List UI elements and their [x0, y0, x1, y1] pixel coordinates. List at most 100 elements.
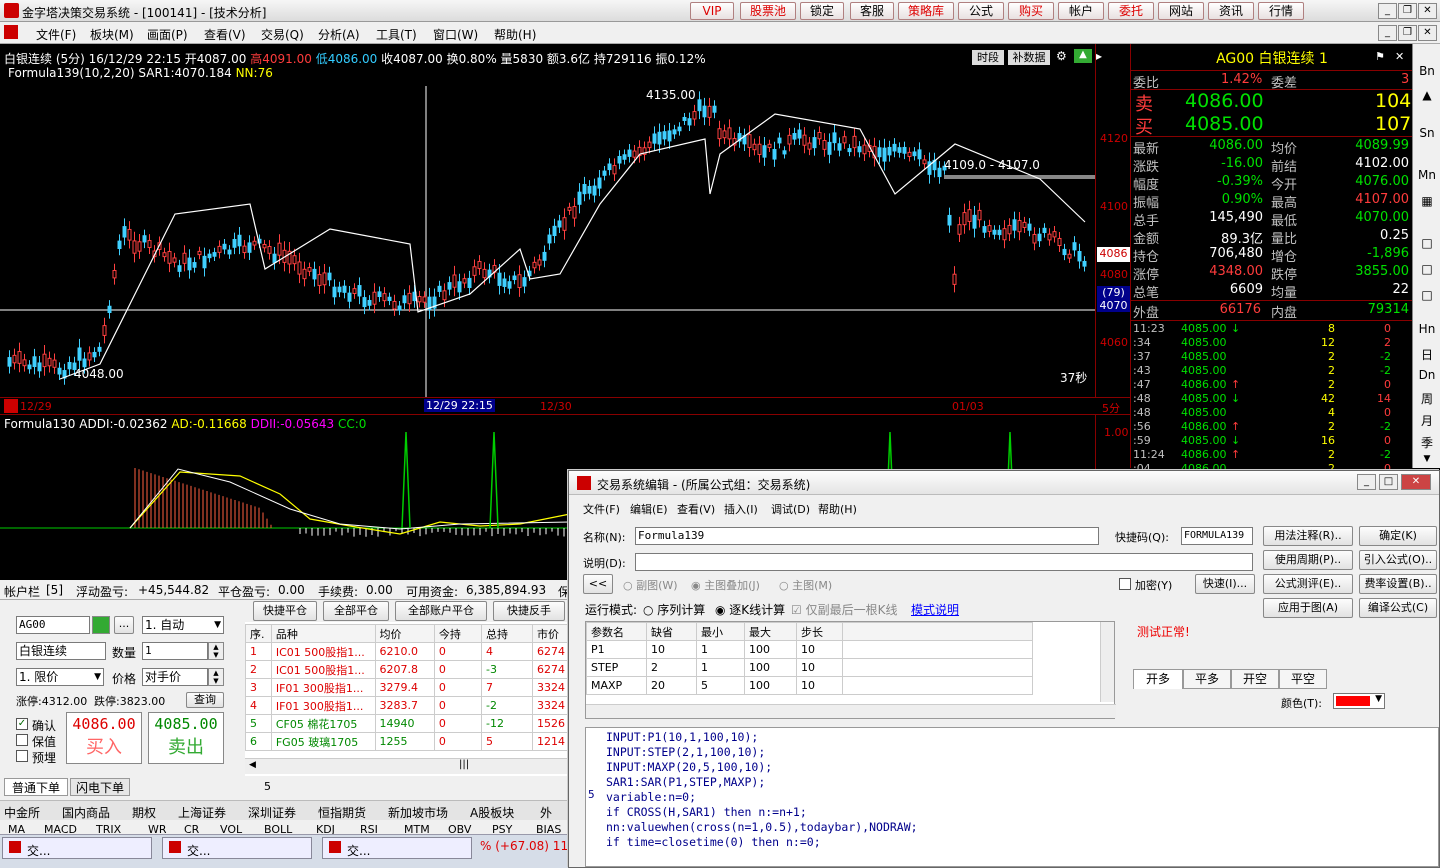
radio-seq[interactable]: ○ 序列计算	[643, 601, 705, 618]
color-picker[interactable]: ▼	[1333, 693, 1385, 709]
code-line[interactable]: if time=closetime(0) then n:=0;	[606, 835, 821, 849]
market-tab[interactable]: 中金所	[4, 804, 40, 821]
time-period-button[interactable]: 时段	[972, 50, 1004, 65]
column-header[interactable]: 总持	[481, 624, 533, 643]
formula-button[interactable]: 公式	[958, 2, 1004, 20]
mdi-close-icon[interactable]: ✕	[1418, 25, 1437, 41]
market-tab[interactable]: 深圳证券	[248, 804, 296, 821]
buy-button[interactable]: 购买	[1008, 2, 1054, 20]
import-formula-button[interactable]: 引入公式(O)..	[1359, 550, 1437, 570]
tab-close-long[interactable]: 平多	[1183, 669, 1231, 689]
price-input[interactable]: 对手价	[142, 668, 208, 686]
table-row[interactable]: 2 IC01 500股指1... 6207.8 0 -3 6274	[245, 660, 571, 679]
sell-price[interactable]: 4086.00	[1185, 90, 1264, 112]
menu-screen[interactable]: 画面(P)	[147, 26, 188, 43]
param-cell[interactable]: STEP	[586, 658, 647, 677]
table-row[interactable]: 4 IF01 300股指1... 3283.7 0 -2 3324	[245, 696, 571, 715]
service-button[interactable]: 客服	[850, 2, 894, 20]
radio-main-overlay[interactable]: ◉ 主图叠加(J)	[691, 577, 760, 593]
param-cell[interactable]: 5	[696, 676, 745, 695]
editor-menu-item[interactable]: 调试(D)	[771, 501, 810, 517]
param-row[interactable]: MAXP 20 5 100 10	[586, 676, 1033, 695]
mode-help-link[interactable]: 模式说明	[911, 601, 959, 618]
tool-month[interactable]: 月	[1416, 412, 1438, 429]
account-button[interactable]: 帐户	[1058, 2, 1104, 20]
market-tab[interactable]: A股板块	[470, 804, 514, 821]
radio-sub-chart[interactable]: ○ 副图(W)	[623, 577, 678, 593]
code-line[interactable]: INPUT:P1(10,1,100,10);	[606, 730, 758, 744]
quick-close-button[interactable]: 快捷平仓	[253, 601, 317, 621]
market-tab[interactable]: 国内商品	[62, 804, 110, 821]
menu-help[interactable]: 帮助(H)	[494, 26, 536, 43]
column-header[interactable]: 今持	[433, 624, 483, 643]
sell-order-button[interactable]: 4085.00 卖出	[148, 712, 224, 764]
tool-mn[interactable]: Mn	[1416, 168, 1438, 182]
collapse-button[interactable]: <<	[583, 574, 613, 594]
param-cell[interactable]: P1	[586, 640, 647, 659]
pin-icon[interactable]: ▸	[1096, 49, 1110, 63]
indicator-name[interactable]: Formula130	[4, 417, 75, 431]
quick-button[interactable]: 快速(I)...	[1195, 574, 1255, 594]
code-line[interactable]: if CROSS(H,SAR1) then n:=n+1;	[606, 805, 807, 819]
tab-close-short[interactable]: 平空	[1279, 669, 1327, 689]
code-line[interactable]: nn:valuewhen(cross(n=1,0.5),todaybar),NO…	[606, 820, 918, 834]
menu-tools[interactable]: 工具(T)	[376, 26, 417, 43]
tab-normal-order[interactable]: 普通下单	[4, 778, 68, 796]
flag-icon[interactable]: ⚑	[1375, 50, 1385, 63]
tool-down-icon[interactable]: ▼	[1416, 454, 1438, 464]
table-row[interactable]: 6 FG05 玻璃1705 1255 0 5 1214	[245, 732, 571, 751]
tab-open-short[interactable]: 开空	[1231, 669, 1279, 689]
formula-test-button[interactable]: 公式测评(E)..	[1263, 574, 1353, 594]
period-label[interactable]: 5分	[1102, 400, 1120, 416]
gear-icon[interactable]: ⚙	[1056, 49, 1070, 63]
tool-quarter[interactable]: 季	[1416, 434, 1438, 451]
restore-icon[interactable]: ❐	[1398, 3, 1417, 19]
formula-name[interactable]: Formula139(10,2,20)	[8, 66, 135, 80]
menu-view[interactable]: 查看(V)	[204, 26, 246, 43]
close-all-accounts-button[interactable]: 全部账户平仓	[395, 601, 487, 621]
params-hscrollbar[interactable]	[586, 704, 1116, 718]
qty-stepper[interactable]: ▲ ▼	[208, 642, 224, 660]
market-tab[interactable]: 恒指期货	[318, 804, 366, 821]
website-button[interactable]: 网站	[1158, 2, 1204, 20]
close-all-button[interactable]: 全部平仓	[323, 601, 389, 621]
encrypt-checkbox[interactable]	[1119, 578, 1131, 590]
column-header[interactable]: 序.	[245, 624, 272, 643]
param-row[interactable]: P1 10 1 100 10	[586, 640, 1033, 659]
code-line[interactable]: variable:n=0;	[606, 790, 696, 804]
code-more-button[interactable]: ...	[114, 616, 134, 634]
strategy-button[interactable]: 策略库	[898, 2, 954, 20]
preorder-checkbox[interactable]	[16, 750, 28, 762]
editor-menu-item[interactable]: 查看(V)	[677, 501, 715, 517]
param-cell[interactable]: 10	[796, 676, 843, 695]
usage-notes-button[interactable]: 用法注释(R)..	[1263, 526, 1353, 546]
scroll-left-icon[interactable]: ◀	[249, 760, 256, 770]
use-period-button[interactable]: 使用周期(P)..	[1263, 550, 1353, 570]
table-row[interactable]: 1 IC01 500股指1... 6210.0 0 4 6274	[245, 642, 571, 661]
table-row[interactable]: 3 IF01 300股指1... 3279.4 0 7 3324	[245, 678, 571, 697]
market-tab[interactable]: 外	[540, 804, 552, 821]
minimize-icon[interactable]: _	[1378, 3, 1397, 19]
menu-analysis[interactable]: 分析(A)	[318, 26, 360, 43]
name-input[interactable]: Formula139	[635, 527, 1099, 545]
editor-close-icon[interactable]: ✕	[1401, 474, 1431, 490]
params-scrollbar[interactable]	[1100, 622, 1114, 702]
param-cell[interactable]: 1	[696, 640, 745, 659]
confirm-button[interactable]: 确定(K)	[1359, 526, 1437, 546]
table-row[interactable]: 5 CF05 棉花1705 14940 0 -12 1526	[245, 714, 571, 733]
tool-square3-icon[interactable]: □	[1416, 288, 1438, 302]
params-grid[interactable]: 参数名 缺省 最小 最大 步长 P1 10 1 100 10 STEP 2 1 100 10 MAXP 20 5 1…	[585, 621, 1116, 719]
tool-square-icon[interactable]: □	[1416, 236, 1438, 250]
tool-bn[interactable]: Bn	[1416, 64, 1438, 78]
menu-block[interactable]: 板块(M)	[90, 26, 134, 43]
param-cell[interactable]: MAXP	[586, 676, 647, 695]
confirm-checkbox[interactable]: ✓	[16, 718, 28, 730]
menu-window[interactable]: 窗口(W)	[433, 26, 478, 43]
tool-week[interactable]: 周	[1416, 390, 1438, 407]
shortcut-input[interactable]: FORMULA139	[1181, 527, 1253, 545]
market-tab[interactable]: 期权	[132, 804, 156, 821]
quick-reverse-button[interactable]: 快捷反手	[493, 601, 565, 621]
qty-input[interactable]: 1	[142, 642, 208, 660]
menu-trade[interactable]: 交易(Q)	[261, 26, 304, 43]
compile-button[interactable]: 编译公式(C)	[1359, 598, 1437, 618]
